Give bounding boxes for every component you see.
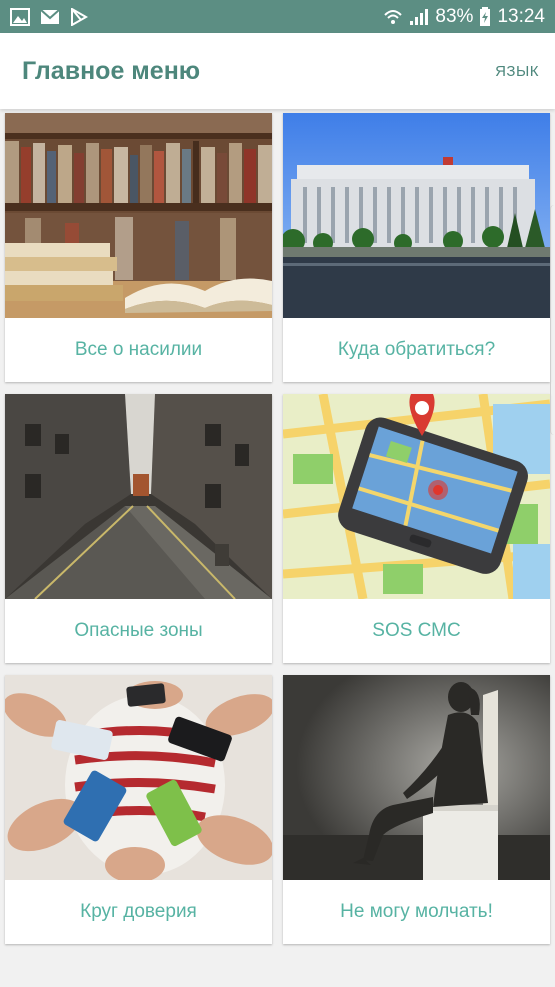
menu-card-trust-circle[interactable]: Круг доверия	[5, 675, 272, 944]
menu-card-violence-info[interactable]: Все о насилии	[5, 113, 272, 382]
menu-card-label: Куда обратиться?	[337, 339, 496, 360]
menu-card-danger-zones[interactable]: Опасные зоны	[5, 394, 272, 663]
status-bar: 83% 13:24	[0, 0, 555, 33]
dark-alley-photo	[5, 394, 272, 599]
gmail-icon	[40, 8, 60, 24]
menu-card-label: Круг доверия	[80, 901, 197, 922]
menu-card-cant-stay-silent[interactable]: Не могу молчать!	[283, 675, 550, 944]
menu-card-label: Все о насилии	[74, 339, 203, 360]
app-bar: Главное меню ЯЗЫК	[0, 33, 555, 109]
scroll-edge-indicator	[550, 205, 555, 435]
menu-grid: Все о насилии Куда обратиться? Опасные з…	[5, 113, 550, 944]
clock: 13:24	[497, 5, 545, 27]
page-title: Главное меню	[22, 56, 201, 85]
language-button[interactable]: ЯЗЫК	[495, 63, 539, 80]
phone-map-photo	[283, 394, 550, 599]
bookshelf-photo	[5, 113, 272, 318]
menu-card-sos-sms[interactable]: SOS СМС	[283, 394, 550, 663]
government-building-photo	[283, 113, 550, 318]
menu-card-label: Не могу молчать!	[340, 901, 493, 922]
signal-icon	[410, 8, 429, 25]
menu-card-label: SOS СМС	[372, 620, 461, 641]
play-store-icon	[71, 7, 88, 26]
battery-percent: 83%	[435, 5, 474, 27]
gallery-icon	[10, 7, 30, 26]
menu-card-label: Опасные зоны	[74, 620, 203, 641]
sitting-woman-photo	[283, 675, 550, 880]
battery-icon	[480, 6, 491, 26]
menu-card-where-to-go[interactable]: Куда обратиться?	[283, 113, 550, 382]
wifi-icon	[384, 9, 403, 24]
status-bar-notifications	[10, 7, 88, 26]
status-bar-system: 83% 13:24	[383, 6, 545, 28]
hands-phones-photo	[5, 675, 272, 880]
